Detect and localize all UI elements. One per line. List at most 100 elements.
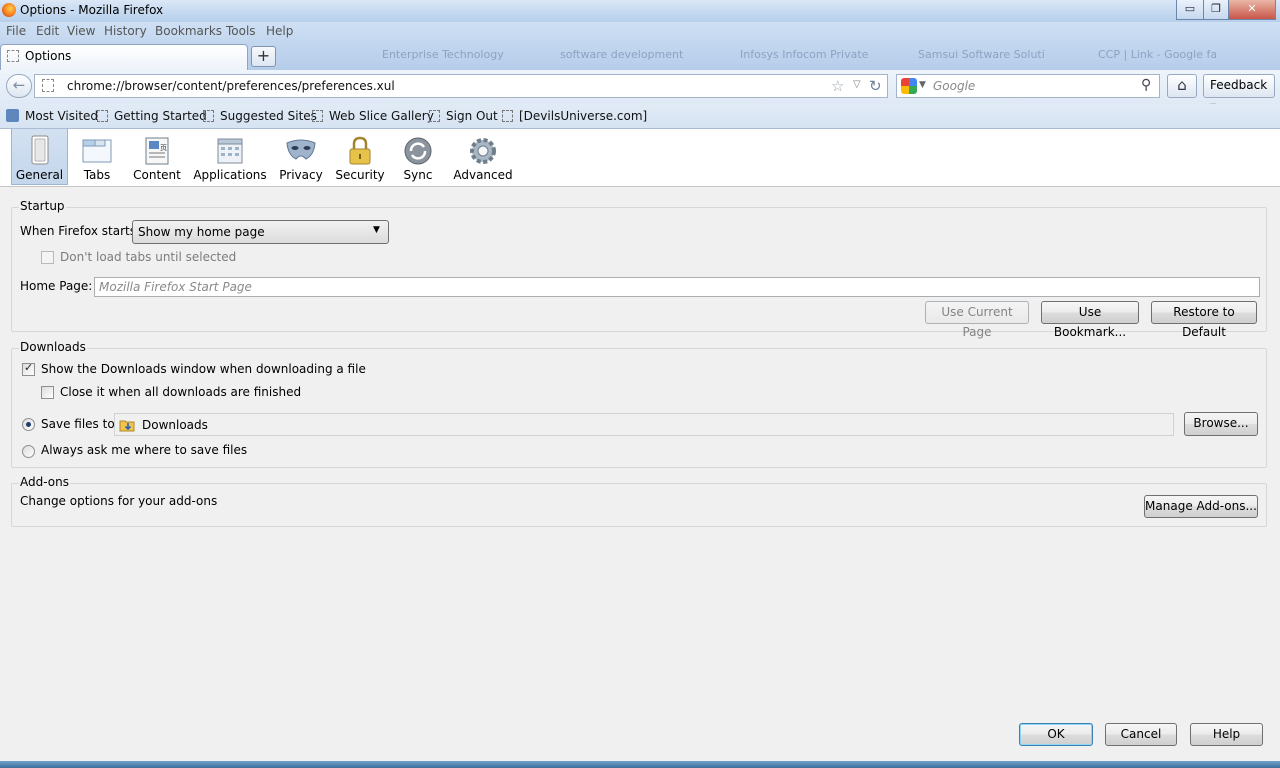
menu-file[interactable]: File xyxy=(6,24,26,38)
pane-tabs[interactable]: Tabs xyxy=(72,129,122,185)
when-firefox-starts-label: When Firefox starts: xyxy=(20,224,141,238)
home-button[interactable]: ⌂ xyxy=(1167,74,1197,98)
advanced-gear-icon xyxy=(470,138,496,164)
pane-general[interactable]: General xyxy=(11,129,68,185)
url-history-dropdown-icon[interactable]: ▽ xyxy=(853,79,861,90)
search-engine-dropdown-icon[interactable]: ▼ xyxy=(919,80,926,90)
save-files-to-radio[interactable] xyxy=(22,418,35,431)
pane-sync[interactable]: Sync xyxy=(394,129,442,185)
downloads-caption: Downloads xyxy=(19,340,87,354)
always-ask-radio[interactable] xyxy=(22,445,35,458)
download-folder-name: Downloads xyxy=(142,418,208,432)
pane-label: Content xyxy=(133,168,181,182)
taskbar xyxy=(0,761,1280,768)
always-ask-label: Always ask me where to save files xyxy=(41,443,248,457)
pane-security[interactable]: Security xyxy=(334,129,386,185)
browse-button[interactable]: Browse... xyxy=(1184,412,1258,436)
menu-bookmarks[interactable]: Bookmarks xyxy=(155,24,222,38)
cancel-button[interactable]: Cancel xyxy=(1105,723,1177,746)
menu-help[interactable]: Help xyxy=(266,24,293,38)
manage-addons-button[interactable]: Manage Add-ons... xyxy=(1144,495,1258,518)
general-switch-icon xyxy=(31,135,48,165)
back-button[interactable]: ← xyxy=(6,74,32,98)
firefox-logo-icon xyxy=(2,3,16,17)
use-bookmark-button[interactable]: Use Bookmark... xyxy=(1041,301,1139,339)
background-tab[interactable]: Samsui Software Soluti xyxy=(918,48,1045,64)
url-bar[interactable]: chrome://browser/content/preferences/pre… xyxy=(34,74,888,98)
background-tab[interactable]: software development xyxy=(560,48,683,64)
menu-edit[interactable]: Edit xyxy=(36,24,59,38)
pane-applications[interactable]: Applications xyxy=(192,129,268,185)
pane-label: Tabs xyxy=(83,168,111,182)
help-button[interactable]: Help xyxy=(1190,723,1263,746)
search-input[interactable]: Google xyxy=(933,79,975,93)
tabs-icon xyxy=(82,139,112,163)
url-input[interactable]: chrome://browser/content/preferences/pre… xyxy=(67,79,395,93)
search-icon[interactable]: ⚲ xyxy=(1141,77,1151,93)
ok-button[interactable]: OK xyxy=(1019,723,1093,746)
bookmark-star-icon[interactable]: ☆ xyxy=(831,77,844,95)
close-when-finished-checkbox[interactable] xyxy=(41,386,54,399)
use-current-page-button[interactable]: Use Current Page xyxy=(925,301,1029,339)
bookmark-sign-out[interactable]: Sign Out xyxy=(429,109,498,123)
search-bar[interactable]: ▼ Google ⚲ xyxy=(896,74,1160,98)
content-icon: 页 xyxy=(145,137,169,165)
site-identity-icon[interactable] xyxy=(42,79,54,92)
startup-select[interactable]: Show my home page ▼ xyxy=(132,220,389,244)
restore-button[interactable]: ❐ xyxy=(1203,0,1229,20)
folder-download-icon xyxy=(119,420,135,432)
security-lock-icon xyxy=(349,136,371,165)
pane-label: General xyxy=(15,168,64,182)
minimize-button[interactable]: ▭ xyxy=(1176,0,1204,20)
startup-caption: Startup xyxy=(19,199,66,213)
home-page-label: Home Page: xyxy=(20,279,93,293)
save-files-to-label: Save files to xyxy=(41,417,115,431)
addons-description: Change options for your add-ons xyxy=(20,494,218,508)
applications-icon xyxy=(217,138,243,164)
restore-to-default-button[interactable]: Restore to Default xyxy=(1151,301,1257,339)
window-title: Options - Mozilla Firefox xyxy=(20,3,164,17)
pane-label: Security xyxy=(335,168,385,182)
menu-view[interactable]: View xyxy=(67,24,95,38)
google-engine-icon[interactable] xyxy=(901,78,917,94)
pane-content[interactable]: 页 Content xyxy=(128,129,186,185)
chevron-down-icon: ▼ xyxy=(373,225,380,235)
pane-label: Advanced xyxy=(453,168,513,182)
menu-tools[interactable]: Tools xyxy=(226,24,256,38)
feedback-button[interactable]: Feedback ▾ xyxy=(1203,74,1275,113)
startup-select-value: Show my home page xyxy=(138,225,265,239)
bookmark-suggested-sites[interactable]: Suggested Sites xyxy=(203,109,317,123)
bookmark-page-icon xyxy=(429,110,440,122)
svg-text:页: 页 xyxy=(160,144,167,152)
bookmark-getting-started[interactable]: Getting Started xyxy=(97,109,207,123)
most-visited-icon xyxy=(6,109,19,122)
bookmark-devilsuniverse[interactable]: [DevilsUniverse.com] xyxy=(502,109,647,123)
bookmark-page-icon xyxy=(97,110,108,122)
tab-options[interactable]: Options xyxy=(0,44,248,70)
bookmark-web-slice-gallery[interactable]: Web Slice Gallery xyxy=(312,109,434,123)
close-window-button[interactable]: ✕ xyxy=(1228,0,1276,20)
tab-label: Options xyxy=(25,49,72,63)
reload-icon[interactable]: ↻ xyxy=(869,77,882,95)
bookmark-page-icon xyxy=(203,110,214,122)
bookmark-most-visited[interactable]: Most Visited xyxy=(6,109,98,123)
new-tab-button[interactable]: + xyxy=(251,46,276,67)
dont-load-tabs-checkbox[interactable] xyxy=(41,251,54,264)
background-tab[interactable]: CCP | Link - Google fa xyxy=(1098,48,1217,64)
show-downloads-window-label: Show the Downloads window when downloadi… xyxy=(41,362,366,376)
title-bar xyxy=(0,0,1280,22)
pane-label: Sync xyxy=(403,168,433,182)
home-page-input[interactable]: Mozilla Firefox Start Page xyxy=(94,277,1260,297)
bookmark-page-icon xyxy=(312,110,323,122)
pane-label: Privacy xyxy=(279,168,323,182)
background-tab[interactable]: Infosys Infocom Private xyxy=(740,48,868,64)
addons-caption: Add-ons xyxy=(19,475,70,489)
pane-privacy[interactable]: Privacy xyxy=(276,129,326,185)
menu-history[interactable]: History xyxy=(104,24,147,38)
pane-advanced[interactable]: Advanced xyxy=(450,129,516,185)
home-page-placeholder: Mozilla Firefox Start Page xyxy=(99,280,252,294)
privacy-mask-icon xyxy=(286,139,316,160)
background-tab[interactable]: Enterprise Technology xyxy=(382,48,504,64)
show-downloads-window-checkbox[interactable] xyxy=(22,361,35,376)
close-when-finished-label: Close it when all downloads are finished xyxy=(60,385,302,399)
